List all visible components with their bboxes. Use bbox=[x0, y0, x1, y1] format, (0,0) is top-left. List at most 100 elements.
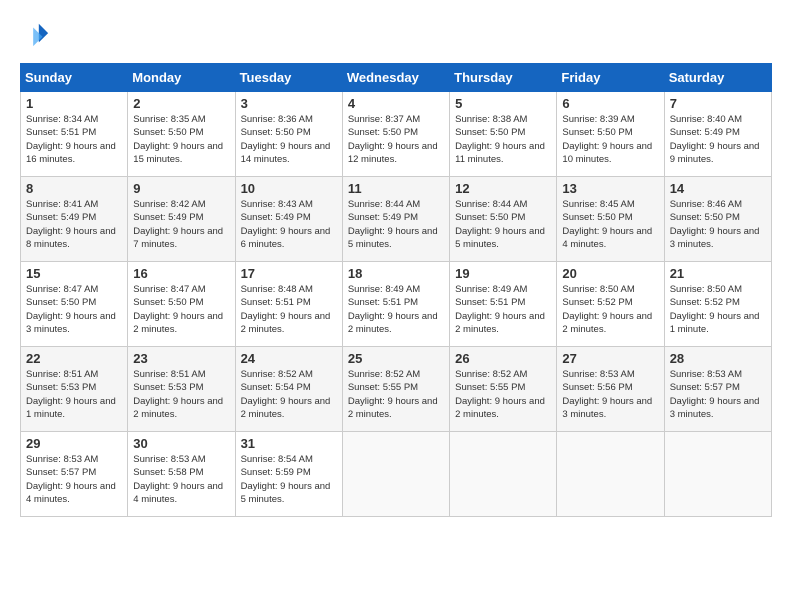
day-info: Sunrise: 8:52 AM Sunset: 5:55 PM Dayligh… bbox=[348, 368, 444, 421]
calendar-day-cell: 8 Sunrise: 8:41 AM Sunset: 5:49 PM Dayli… bbox=[21, 177, 128, 262]
day-info: Sunrise: 8:48 AM Sunset: 5:51 PM Dayligh… bbox=[241, 283, 337, 336]
day-info: Sunrise: 8:39 AM Sunset: 5:50 PM Dayligh… bbox=[562, 113, 658, 166]
calendar-day-cell: 27 Sunrise: 8:53 AM Sunset: 5:56 PM Dayl… bbox=[557, 347, 664, 432]
day-info: Sunrise: 8:47 AM Sunset: 5:50 PM Dayligh… bbox=[26, 283, 122, 336]
day-info: Sunrise: 8:35 AM Sunset: 5:50 PM Dayligh… bbox=[133, 113, 229, 166]
day-info: Sunrise: 8:53 AM Sunset: 5:56 PM Dayligh… bbox=[562, 368, 658, 421]
day-number: 25 bbox=[348, 351, 444, 366]
calendar-day-cell: 6 Sunrise: 8:39 AM Sunset: 5:50 PM Dayli… bbox=[557, 92, 664, 177]
day-number: 17 bbox=[241, 266, 337, 281]
day-number: 6 bbox=[562, 96, 658, 111]
logo bbox=[20, 20, 50, 53]
day-info: Sunrise: 8:40 AM Sunset: 5:49 PM Dayligh… bbox=[670, 113, 766, 166]
day-number: 21 bbox=[670, 266, 766, 281]
day-number: 16 bbox=[133, 266, 229, 281]
calendar-day-cell: 30 Sunrise: 8:53 AM Sunset: 5:58 PM Dayl… bbox=[128, 432, 235, 517]
calendar-day-cell: 16 Sunrise: 8:47 AM Sunset: 5:50 PM Dayl… bbox=[128, 262, 235, 347]
weekday-header: Thursday bbox=[450, 64, 557, 92]
calendar-table: SundayMondayTuesdayWednesdayThursdayFrid… bbox=[20, 63, 772, 517]
weekday-header: Monday bbox=[128, 64, 235, 92]
day-number: 29 bbox=[26, 436, 122, 451]
calendar-header-row: SundayMondayTuesdayWednesdayThursdayFrid… bbox=[21, 64, 772, 92]
day-info: Sunrise: 8:51 AM Sunset: 5:53 PM Dayligh… bbox=[133, 368, 229, 421]
calendar-day-cell: 29 Sunrise: 8:53 AM Sunset: 5:57 PM Dayl… bbox=[21, 432, 128, 517]
calendar-day-cell: 3 Sunrise: 8:36 AM Sunset: 5:50 PM Dayli… bbox=[235, 92, 342, 177]
calendar-day-cell: 20 Sunrise: 8:50 AM Sunset: 5:52 PM Dayl… bbox=[557, 262, 664, 347]
calendar-day-cell: 12 Sunrise: 8:44 AM Sunset: 5:50 PM Dayl… bbox=[450, 177, 557, 262]
day-info: Sunrise: 8:52 AM Sunset: 5:55 PM Dayligh… bbox=[455, 368, 551, 421]
day-info: Sunrise: 8:34 AM Sunset: 5:51 PM Dayligh… bbox=[26, 113, 122, 166]
day-number: 13 bbox=[562, 181, 658, 196]
calendar-day-cell: 7 Sunrise: 8:40 AM Sunset: 5:49 PM Dayli… bbox=[664, 92, 771, 177]
day-info: Sunrise: 8:49 AM Sunset: 5:51 PM Dayligh… bbox=[455, 283, 551, 336]
day-number: 19 bbox=[455, 266, 551, 281]
day-number: 15 bbox=[26, 266, 122, 281]
day-info: Sunrise: 8:42 AM Sunset: 5:49 PM Dayligh… bbox=[133, 198, 229, 251]
calendar-day-cell: 28 Sunrise: 8:53 AM Sunset: 5:57 PM Dayl… bbox=[664, 347, 771, 432]
calendar-day-cell: 26 Sunrise: 8:52 AM Sunset: 5:55 PM Dayl… bbox=[450, 347, 557, 432]
logo-icon bbox=[22, 20, 50, 48]
day-info: Sunrise: 8:53 AM Sunset: 5:57 PM Dayligh… bbox=[26, 453, 122, 506]
calendar-day-cell: 4 Sunrise: 8:37 AM Sunset: 5:50 PM Dayli… bbox=[342, 92, 449, 177]
day-info: Sunrise: 8:52 AM Sunset: 5:54 PM Dayligh… bbox=[241, 368, 337, 421]
calendar-day-cell: 24 Sunrise: 8:52 AM Sunset: 5:54 PM Dayl… bbox=[235, 347, 342, 432]
day-info: Sunrise: 8:41 AM Sunset: 5:49 PM Dayligh… bbox=[26, 198, 122, 251]
header bbox=[20, 20, 772, 53]
day-number: 12 bbox=[455, 181, 551, 196]
day-info: Sunrise: 8:43 AM Sunset: 5:49 PM Dayligh… bbox=[241, 198, 337, 251]
calendar-day-cell bbox=[342, 432, 449, 517]
weekday-header: Tuesday bbox=[235, 64, 342, 92]
day-info: Sunrise: 8:38 AM Sunset: 5:50 PM Dayligh… bbox=[455, 113, 551, 166]
calendar-day-cell: 2 Sunrise: 8:35 AM Sunset: 5:50 PM Dayli… bbox=[128, 92, 235, 177]
calendar-day-cell: 14 Sunrise: 8:46 AM Sunset: 5:50 PM Dayl… bbox=[664, 177, 771, 262]
day-info: Sunrise: 8:36 AM Sunset: 5:50 PM Dayligh… bbox=[241, 113, 337, 166]
day-number: 1 bbox=[26, 96, 122, 111]
day-info: Sunrise: 8:53 AM Sunset: 5:57 PM Dayligh… bbox=[670, 368, 766, 421]
day-number: 11 bbox=[348, 181, 444, 196]
day-number: 24 bbox=[241, 351, 337, 366]
day-number: 10 bbox=[241, 181, 337, 196]
calendar-day-cell: 9 Sunrise: 8:42 AM Sunset: 5:49 PM Dayli… bbox=[128, 177, 235, 262]
calendar-day-cell: 19 Sunrise: 8:49 AM Sunset: 5:51 PM Dayl… bbox=[450, 262, 557, 347]
calendar-day-cell: 10 Sunrise: 8:43 AM Sunset: 5:49 PM Dayl… bbox=[235, 177, 342, 262]
day-number: 22 bbox=[26, 351, 122, 366]
day-info: Sunrise: 8:51 AM Sunset: 5:53 PM Dayligh… bbox=[26, 368, 122, 421]
calendar-week-row: 29 Sunrise: 8:53 AM Sunset: 5:57 PM Dayl… bbox=[21, 432, 772, 517]
weekday-header: Wednesday bbox=[342, 64, 449, 92]
day-info: Sunrise: 8:45 AM Sunset: 5:50 PM Dayligh… bbox=[562, 198, 658, 251]
day-number: 28 bbox=[670, 351, 766, 366]
calendar-day-cell: 11 Sunrise: 8:44 AM Sunset: 5:49 PM Dayl… bbox=[342, 177, 449, 262]
day-number: 20 bbox=[562, 266, 658, 281]
calendar-day-cell: 23 Sunrise: 8:51 AM Sunset: 5:53 PM Dayl… bbox=[128, 347, 235, 432]
weekday-header: Friday bbox=[557, 64, 664, 92]
calendar-week-row: 8 Sunrise: 8:41 AM Sunset: 5:49 PM Dayli… bbox=[21, 177, 772, 262]
day-info: Sunrise: 8:53 AM Sunset: 5:58 PM Dayligh… bbox=[133, 453, 229, 506]
calendar-week-row: 15 Sunrise: 8:47 AM Sunset: 5:50 PM Dayl… bbox=[21, 262, 772, 347]
calendar-day-cell: 31 Sunrise: 8:54 AM Sunset: 5:59 PM Dayl… bbox=[235, 432, 342, 517]
day-info: Sunrise: 8:47 AM Sunset: 5:50 PM Dayligh… bbox=[133, 283, 229, 336]
day-number: 18 bbox=[348, 266, 444, 281]
day-number: 7 bbox=[670, 96, 766, 111]
day-number: 5 bbox=[455, 96, 551, 111]
day-number: 14 bbox=[670, 181, 766, 196]
calendar-week-row: 22 Sunrise: 8:51 AM Sunset: 5:53 PM Dayl… bbox=[21, 347, 772, 432]
day-info: Sunrise: 8:49 AM Sunset: 5:51 PM Dayligh… bbox=[348, 283, 444, 336]
day-number: 30 bbox=[133, 436, 229, 451]
day-number: 23 bbox=[133, 351, 229, 366]
calendar-day-cell: 13 Sunrise: 8:45 AM Sunset: 5:50 PM Dayl… bbox=[557, 177, 664, 262]
calendar-day-cell: 17 Sunrise: 8:48 AM Sunset: 5:51 PM Dayl… bbox=[235, 262, 342, 347]
calendar-day-cell: 18 Sunrise: 8:49 AM Sunset: 5:51 PM Dayl… bbox=[342, 262, 449, 347]
calendar-day-cell: 5 Sunrise: 8:38 AM Sunset: 5:50 PM Dayli… bbox=[450, 92, 557, 177]
weekday-header: Sunday bbox=[21, 64, 128, 92]
day-number: 4 bbox=[348, 96, 444, 111]
day-info: Sunrise: 8:46 AM Sunset: 5:50 PM Dayligh… bbox=[670, 198, 766, 251]
calendar-day-cell bbox=[450, 432, 557, 517]
day-number: 8 bbox=[26, 181, 122, 196]
calendar-day-cell: 25 Sunrise: 8:52 AM Sunset: 5:55 PM Dayl… bbox=[342, 347, 449, 432]
weekday-header: Saturday bbox=[664, 64, 771, 92]
calendar-day-cell: 15 Sunrise: 8:47 AM Sunset: 5:50 PM Dayl… bbox=[21, 262, 128, 347]
calendar-day-cell bbox=[557, 432, 664, 517]
day-number: 3 bbox=[241, 96, 337, 111]
day-number: 2 bbox=[133, 96, 229, 111]
day-info: Sunrise: 8:50 AM Sunset: 5:52 PM Dayligh… bbox=[670, 283, 766, 336]
